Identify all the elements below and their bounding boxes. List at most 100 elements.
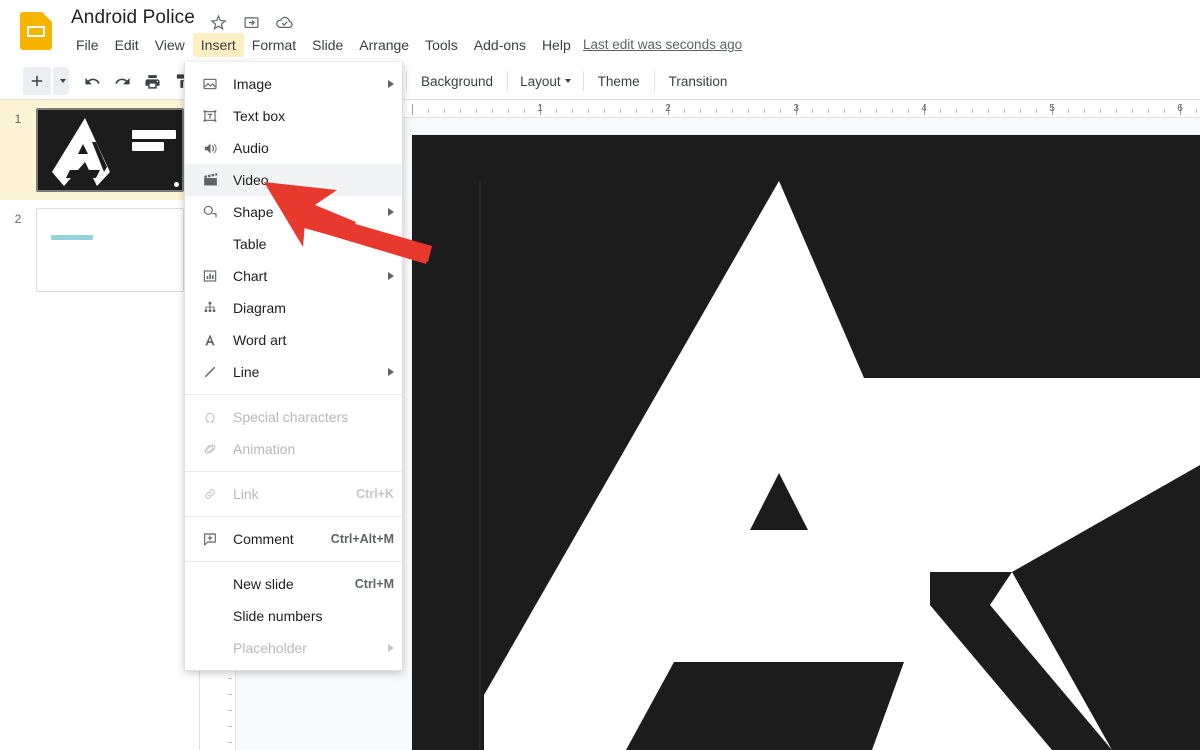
- no-icon: [199, 606, 221, 626]
- submenu-arrow-icon: [388, 644, 394, 652]
- android-police-logo: [412, 135, 1200, 750]
- menu-item-new-slide[interactable]: New slide Ctrl+M: [185, 568, 402, 600]
- menu-help[interactable]: Help: [534, 33, 579, 57]
- audio-icon: [199, 138, 221, 158]
- new-slide-dropdown[interactable]: [53, 67, 69, 95]
- menu-item-label: Image: [233, 76, 272, 92]
- shape-icon: [199, 202, 221, 222]
- caret-down-icon: [564, 79, 571, 83]
- menu-item-label: Audio: [233, 140, 269, 156]
- menu-edit[interactable]: Edit: [107, 33, 147, 57]
- theme-button[interactable]: Theme: [589, 74, 649, 89]
- menu-arrange[interactable]: Arrange: [351, 33, 417, 57]
- move-to-folder-icon[interactable]: [241, 12, 261, 32]
- menu-item-animation: Animation: [185, 433, 402, 465]
- background-button[interactable]: Background: [412, 74, 502, 89]
- menu-view[interactable]: View: [147, 33, 193, 57]
- main-toolbar: Background Layout Theme Transition: [0, 63, 1200, 100]
- menu-item-special-characters: Special characters: [185, 401, 402, 433]
- submenu-arrow-icon: [388, 272, 394, 280]
- menu-separator: [185, 561, 402, 562]
- menu-item-label: Animation: [233, 441, 296, 457]
- toolbar-divider: [582, 71, 584, 91]
- menu-separator: [185, 394, 402, 395]
- menu-tools[interactable]: Tools: [417, 33, 466, 57]
- menu-item-image[interactable]: Image: [185, 68, 402, 100]
- layout-button-label: Layout: [520, 73, 561, 89]
- menu-item-table[interactable]: Table: [185, 228, 402, 260]
- menu-item-label: Comment: [233, 531, 294, 547]
- submenu-arrow-icon: [388, 240, 394, 248]
- menu-file[interactable]: File: [68, 33, 107, 57]
- menu-addons[interactable]: Add-ons: [466, 33, 534, 57]
- slides-editor-window: Android Police File Edit View Insert For…: [0, 0, 1200, 750]
- menu-item-label: Diagram: [233, 300, 286, 316]
- star-icon[interactable]: [208, 12, 228, 32]
- toolbar-divider: [507, 71, 509, 91]
- menu-item-label: Placeholder: [233, 640, 307, 656]
- cloud-saved-icon[interactable]: [274, 12, 294, 32]
- menu-insert[interactable]: Insert: [192, 33, 244, 57]
- menu-item-video[interactable]: Video: [185, 164, 402, 196]
- menu-item-label: Text box: [233, 108, 286, 124]
- no-icon: [199, 234, 221, 254]
- menu-item-link: Link Ctrl+K: [185, 478, 402, 510]
- video-icon: [199, 170, 221, 190]
- menu-item-comment[interactable]: Comment Ctrl+Alt+M: [185, 523, 402, 555]
- slide-canvas[interactable]: [412, 135, 1200, 750]
- diagram-icon: [199, 298, 221, 318]
- last-edit-status[interactable]: Last edit was seconds ago: [583, 37, 742, 52]
- title-icon-group: [208, 12, 294, 32]
- no-icon: [199, 574, 221, 594]
- menu-bar: File Edit View Insert Format Slide Arran…: [68, 33, 579, 57]
- menu-item-label: Video: [233, 172, 269, 188]
- menu-item-diagram[interactable]: Diagram: [185, 292, 402, 324]
- document-title[interactable]: Android Police: [71, 7, 195, 29]
- slide-thumbnail-1[interactable]: 1: [0, 100, 199, 200]
- menu-item-word-art[interactable]: Word art: [185, 324, 402, 356]
- slide-thumbnail-image[interactable]: [36, 108, 184, 192]
- caret-down-icon: [60, 79, 66, 83]
- menu-item-shape[interactable]: Shape: [185, 196, 402, 228]
- menu-item-shortcut: Ctrl+M: [354, 577, 394, 591]
- menu-format[interactable]: Format: [244, 33, 304, 57]
- submenu-arrow-icon: [388, 80, 394, 88]
- menu-item-label: Slide numbers: [233, 608, 323, 624]
- new-slide-button[interactable]: [23, 67, 51, 95]
- insert-dropdown-menu[interactable]: Image Text box Audio Video Shape Table Chart Di…: [184, 62, 403, 671]
- menu-item-text-box[interactable]: Text box: [185, 100, 402, 132]
- menu-item-label: Special characters: [233, 409, 349, 425]
- menu-item-label: Chart: [233, 268, 268, 284]
- slide-thumbnail-2[interactable]: 2: [0, 200, 199, 300]
- menu-item-label: Word art: [233, 332, 287, 348]
- slide-thumbnail-panel[interactable]: 1 2: [0, 100, 200, 750]
- menu-separator: [185, 471, 402, 472]
- menu-item-label: Line: [233, 364, 260, 380]
- chart-icon: [199, 266, 221, 286]
- logo-wordmark-thumb: [132, 130, 176, 154]
- title-bar: Android Police File Edit View Insert For…: [0, 0, 1200, 62]
- toolbar-divider: [653, 71, 655, 91]
- redo-button[interactable]: [108, 67, 136, 95]
- slide-text-snippet: [51, 235, 93, 240]
- toolbar-divider: [406, 71, 407, 91]
- layout-button[interactable]: Layout: [514, 67, 577, 95]
- menu-item-slide-numbers[interactable]: Slide numbers: [185, 600, 402, 632]
- menu-item-audio[interactable]: Audio: [185, 132, 402, 164]
- menu-item-line[interactable]: Line: [185, 356, 402, 388]
- print-button[interactable]: [138, 67, 166, 95]
- menu-item-chart[interactable]: Chart: [185, 260, 402, 292]
- link-icon: [199, 484, 221, 504]
- comment-plus-icon: [199, 529, 221, 549]
- transition-button[interactable]: Transition: [660, 74, 737, 89]
- image-icon: [199, 74, 221, 94]
- slide-thumbnail-image[interactable]: [36, 208, 184, 292]
- menu-separator: [185, 516, 402, 517]
- slide-number: 1: [14, 112, 22, 126]
- menu-slide[interactable]: Slide: [304, 33, 351, 57]
- undo-button[interactable]: [78, 67, 106, 95]
- omega-icon: [199, 407, 221, 427]
- logo-final: [412, 135, 1200, 750]
- menu-item-shortcut: Ctrl+Alt+M: [330, 532, 394, 546]
- animation-icon: [199, 439, 221, 459]
